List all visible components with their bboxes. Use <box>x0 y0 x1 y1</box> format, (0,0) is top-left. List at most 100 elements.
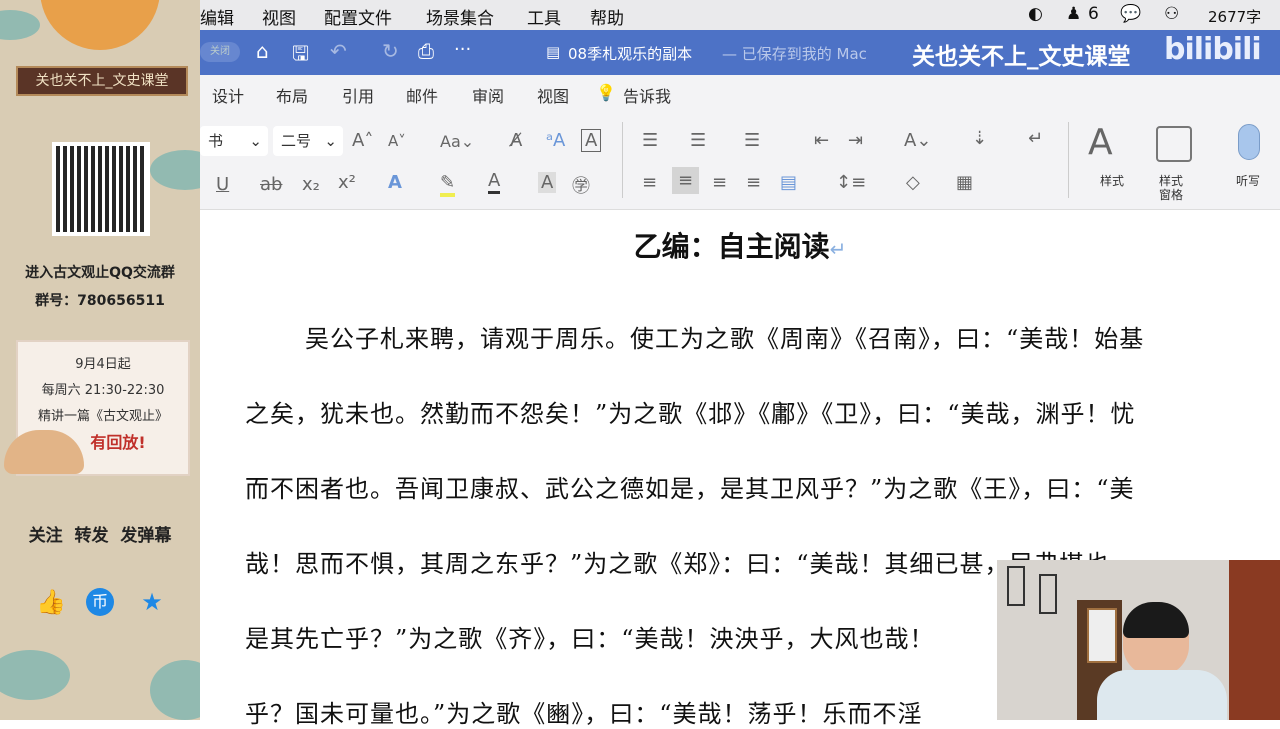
text-direction-icon[interactable]: A⌄ <box>904 130 931 151</box>
wechat-icon[interactable]: 💬 <box>1120 4 1141 24</box>
tell-me-search[interactable]: 告诉我 <box>623 83 671 107</box>
person-hair <box>1123 602 1189 638</box>
tab-references[interactable]: 引用 <box>342 83 374 107</box>
print-icon[interactable]: ⎙ <box>418 39 434 63</box>
styles-label[interactable]: 样式 <box>1100 172 1124 189</box>
shrink-font-icon[interactable]: A˅ <box>388 132 406 150</box>
enclose-character-icon[interactable]: ㊫ <box>572 172 590 198</box>
menu-edit[interactable]: 编辑 <box>200 4 234 29</box>
align-center-icon[interactable]: ≡ <box>672 167 700 194</box>
tab-layout[interactable]: 布局 <box>276 83 308 107</box>
subscript-icon[interactable]: x₂ <box>302 174 320 195</box>
bilibili-logo: bilibili <box>1164 32 1262 67</box>
strikethrough-icon[interactable]: ab <box>260 174 282 195</box>
schedule-date: 9月4日起 <box>75 357 131 372</box>
line-spacing-icon[interactable]: ↕≡ <box>836 172 866 193</box>
multilevel-list-icon[interactable]: ☰ <box>744 130 760 151</box>
tab-mailings[interactable]: 邮件 <box>406 83 438 107</box>
webcam-overlay <box>997 560 1280 720</box>
character-border-icon[interactable]: A <box>581 129 602 152</box>
picture-frame <box>1039 574 1057 614</box>
document-title: 08季札观乐的副本 <box>568 45 693 63</box>
document-icon: ▤ <box>546 43 561 61</box>
decorative-cloud <box>0 650 70 700</box>
cabinet <box>1229 560 1280 720</box>
sort-icon[interactable]: ⇣ <box>972 128 987 149</box>
character-shading-icon[interactable]: A <box>538 172 557 193</box>
decrease-indent-icon[interactable]: ⇤ <box>814 130 829 151</box>
document-heading: 乙编：自主阅读↵ <box>633 230 847 263</box>
bullets-icon[interactable]: ☰ <box>642 130 658 151</box>
grow-font-icon[interactable]: A˄ <box>352 130 373 151</box>
align-right-icon[interactable]: ≡ <box>712 172 727 193</box>
decorative-cloud <box>150 150 200 190</box>
paragraph-line: 吴公子札来聘，请观于周乐。使工为之歌《周南》《召南》，曰：“美哉！始基 <box>305 325 1145 353</box>
home-icon[interactable]: ⌂ <box>256 39 269 63</box>
schedule-time: 每周六 21:30-22:30 <box>41 383 165 398</box>
menu-bar: 编辑 视图 配置文件 场景集合 工具 帮助 ◐ ♟ 6 💬 ⚇ 2677字 <box>200 0 1280 30</box>
menu-help[interactable]: 帮助 <box>590 4 624 29</box>
tab-view[interactable]: 视图 <box>537 83 569 107</box>
underline-icon[interactable]: U <box>216 174 229 195</box>
watermark-text: 关也关不上_文史课堂 <box>912 44 1131 70</box>
distributed-icon[interactable]: ▤ <box>780 172 797 193</box>
ribbon-toolbar: 书 ⌄ 二号 ⌄ A˄ A˅ Aa⌄ A̸ ᵃA A U ab x₂ x² A ✎ … <box>200 110 1280 210</box>
microphone-icon[interactable] <box>1238 124 1260 160</box>
menu-tools[interactable]: 工具 <box>527 4 561 29</box>
menu-view[interactable]: 视图 <box>262 4 296 29</box>
divider <box>1068 122 1069 198</box>
clear-format-icon[interactable]: A̸ <box>510 130 522 151</box>
schedule-topic: 精讲一篇《古文观止》 <box>37 409 168 424</box>
lightbulb-icon: 💡 <box>596 83 616 102</box>
menu-scenes[interactable]: 场景集合 <box>426 4 494 29</box>
decorative-cloud <box>150 660 200 720</box>
app-icon[interactable]: ⚇ <box>1164 4 1179 24</box>
phonetic-guide-icon[interactable]: ᵃA <box>546 130 565 151</box>
saved-status: — 已保存到我的 Mac <box>722 45 867 63</box>
autosave-toggle[interactable]: 关闭 <box>200 42 240 62</box>
dictate-label[interactable]: 听写 <box>1236 172 1260 189</box>
undo-icon[interactable]: ↶ <box>330 39 347 63</box>
ribbon-tabs: 设计 布局 引用 邮件 审阅 视图 💡 告诉我 <box>200 75 1280 110</box>
numbering-icon[interactable]: ☰ <box>690 130 706 151</box>
actions-text: 关注 转发 发弹幕 <box>28 526 172 546</box>
justify-icon[interactable]: ≡ <box>746 172 761 193</box>
person-shirt <box>1097 670 1227 720</box>
align-left-icon[interactable]: ≡ <box>642 172 657 193</box>
save-icon[interactable]: 🖫 <box>292 39 309 73</box>
channel-plaque: 关也关不上_文史课堂 <box>16 66 188 96</box>
highlight-icon[interactable]: ✎ <box>440 172 456 197</box>
menu-profile[interactable]: 配置文件 <box>324 4 392 29</box>
qq-count: 6 <box>1088 4 1099 24</box>
qq-group-text: 进入古文观止QQ交流群 <box>25 265 175 281</box>
like-icon: 👍 <box>36 588 66 616</box>
paragraph-line: 而不困者也。吾闻卫康叔、武公之德如是，是其卫风乎？”为之歌《王》，曰：“美 <box>245 475 1135 503</box>
text-effects-icon[interactable]: A <box>388 172 402 193</box>
borders-icon[interactable]: ▦ <box>956 172 973 193</box>
show-marks-icon[interactable]: ↵ <box>1028 128 1043 149</box>
paragraph-line: 之矣，犹未也。然勤而不怨矣！”为之歌《邶》《鄘》《卫》，曰：“美哉，渊乎！忧 <box>245 400 1136 428</box>
change-case-icon[interactable]: Aa⌄ <box>440 132 474 151</box>
styles-icon[interactable]: A <box>1088 122 1113 163</box>
painting <box>1087 608 1117 663</box>
font-color-icon[interactable]: A <box>488 170 501 194</box>
word-count: 2677字 <box>1208 8 1262 26</box>
styles-pane-label-2[interactable]: 窗格 <box>1159 186 1183 203</box>
styles-pane-icon[interactable] <box>1156 126 1192 162</box>
font-name-select[interactable]: 书 ⌄ <box>200 126 268 156</box>
qq-icon[interactable]: ♟ <box>1066 4 1081 24</box>
shading-icon[interactable]: ◇ <box>906 172 920 193</box>
decorative-cloud <box>0 10 40 40</box>
tab-review[interactable]: 审阅 <box>472 83 504 107</box>
superscript-icon[interactable]: x² <box>338 172 356 193</box>
divider <box>622 122 623 198</box>
increase-indent-icon[interactable]: ⇥ <box>848 130 863 151</box>
more-icon[interactable]: ··· <box>454 39 471 60</box>
decorative-sun <box>40 0 160 50</box>
title-bar: 关闭 ⌂ 🖫 ↶ ↻ ⎙ ··· ▤ 08季札观乐的副本 — 已保存到我的 Ma… <box>200 30 1280 75</box>
tab-design[interactable]: 设计 <box>212 83 244 107</box>
redo-icon[interactable]: ↻ <box>382 39 399 63</box>
qr-code <box>52 142 150 236</box>
font-size-select[interactable]: 二号 ⌄ <box>273 126 343 156</box>
obs-icon[interactable]: ◐ <box>1028 4 1043 24</box>
